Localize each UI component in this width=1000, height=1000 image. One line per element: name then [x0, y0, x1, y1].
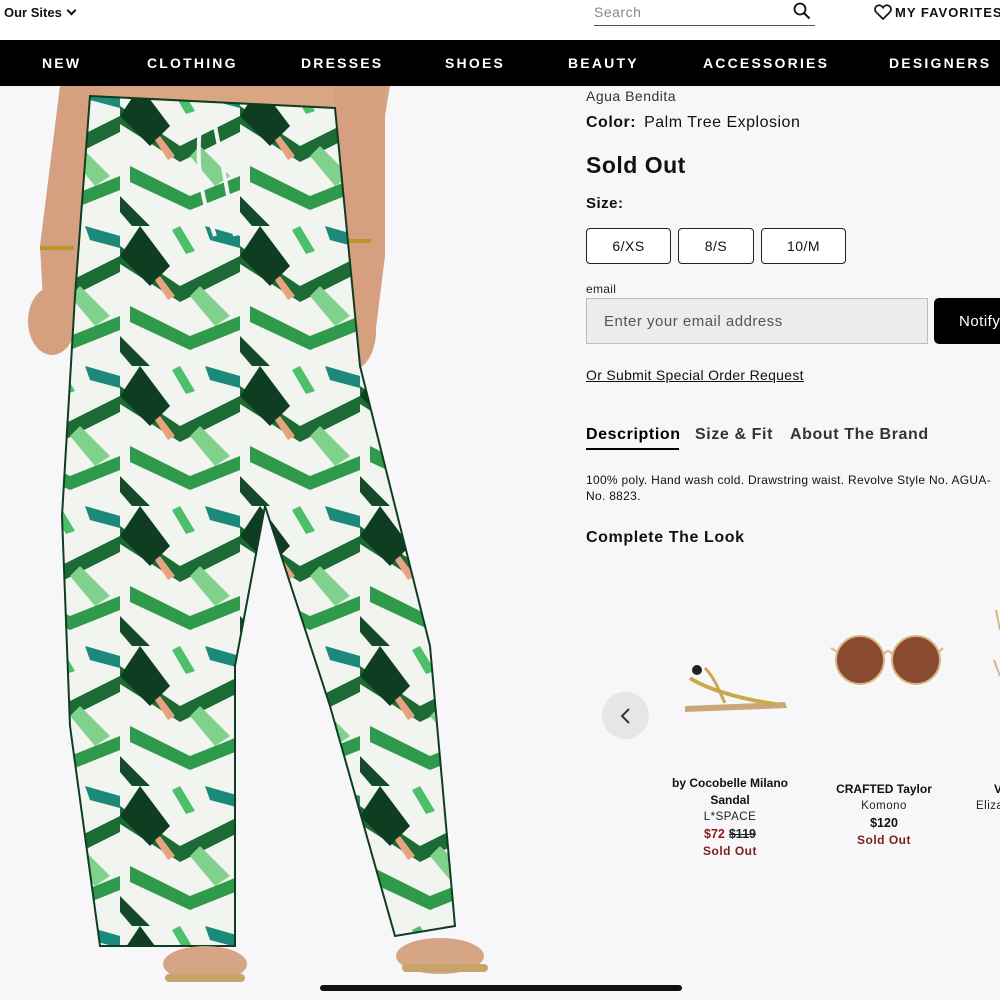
tab-size-fit[interactable]: Size & Fit [695, 426, 773, 444]
email-field[interactable] [586, 298, 928, 344]
look-item-partial[interactable]: V Eliza [968, 600, 1000, 815]
look-item-sunglasses[interactable]: CRAFTED Taylor Komono $120 Sold Out [819, 600, 949, 849]
description-line-1: 100% poly. Hand wash cold. Drawstring wa… [586, 473, 992, 487]
nav-beauty[interactable]: BEAUTY [568, 55, 639, 71]
nav-dresses[interactable]: DRESSES [301, 55, 383, 71]
home-indicator[interactable] [320, 985, 682, 991]
top-bar: Our Sites MY FAVORITES [0, 0, 1000, 40]
email-label: email [586, 282, 617, 296]
my-favorites-link[interactable]: MY FAVORITES [874, 4, 1000, 20]
complete-look-title: Complete The Look [586, 529, 745, 546]
main-nav: NEW CLOTHING DRESSES SHOES BEAUTY ACCESS… [0, 40, 1000, 86]
color-value: Palm Tree Explosion [644, 114, 801, 131]
item-status: Sold Out [703, 844, 757, 858]
nav-designers[interactable]: DESIGNERS [889, 55, 991, 71]
item-designer: Komono [861, 800, 907, 812]
partial-item-image [993, 609, 1000, 677]
item-name-line-1: V [994, 782, 1000, 796]
sunglasses-image [829, 635, 944, 685]
sale-price: $72 [704, 827, 725, 841]
description-line-2: No. 8823. [586, 489, 641, 503]
product-description: 100% poly. Hand wash cold. Drawstring wa… [586, 472, 1000, 504]
carousel-prev-button[interactable] [602, 692, 649, 739]
size-option-10-m[interactable]: 10/M [761, 228, 846, 264]
item-price: $72 $119 [660, 826, 800, 843]
color-label: Color: [586, 114, 637, 131]
search-box [594, 2, 815, 26]
item-price: $120 [870, 816, 898, 830]
notify-button[interactable]: Notify [934, 298, 1000, 344]
our-sites-label: Our Sites [4, 5, 62, 20]
nav-new[interactable]: NEW [42, 55, 81, 71]
product-brand[interactable]: Agua Bendita [586, 88, 676, 104]
my-favorites-label: MY FAVORITES [895, 4, 1000, 20]
tab-about-brand[interactable]: About The Brand [790, 426, 929, 444]
item-name-line-2: Sandal [710, 793, 750, 807]
search-icon[interactable] [793, 2, 811, 20]
special-order-link[interactable]: Or Submit Special Order Request [586, 367, 804, 383]
item-status: Sold Out [857, 833, 911, 847]
look-item-sandal[interactable]: by Cocobelle Milano Sandal L*SPACE $72 $1… [660, 600, 800, 860]
product-image[interactable] [0, 86, 560, 1000]
product-status: Sold Out [586, 152, 686, 178]
size-option-8-s[interactable]: 8/S [678, 228, 754, 264]
product-color: Color: Palm Tree Explosion [586, 114, 800, 132]
search-input[interactable] [594, 2, 774, 22]
active-tab-indicator [586, 448, 679, 450]
tab-description[interactable]: Description [586, 426, 681, 444]
size-option-6-xs[interactable]: 6/XS [586, 228, 671, 264]
original-price: $119 [728, 827, 756, 841]
item-designer: L*SPACE [703, 811, 757, 823]
heart-icon [874, 4, 892, 20]
item-name-line-1: by Cocobelle Milano [671, 776, 788, 790]
nav-accessories[interactable]: ACCESSORIES [703, 55, 829, 71]
item-name-line-1: CRAFTED Taylor [836, 782, 932, 796]
item-designer: Eliza [976, 800, 1000, 812]
sandal-image [685, 665, 787, 712]
chevron-left-icon [620, 707, 630, 724]
size-label: Size: [586, 195, 624, 212]
nav-clothing[interactable]: CLOTHING [147, 55, 238, 71]
our-sites-dropdown[interactable]: Our Sites [4, 5, 77, 20]
chevron-down-icon [66, 5, 77, 16]
nav-shoes[interactable]: SHOES [445, 55, 505, 71]
